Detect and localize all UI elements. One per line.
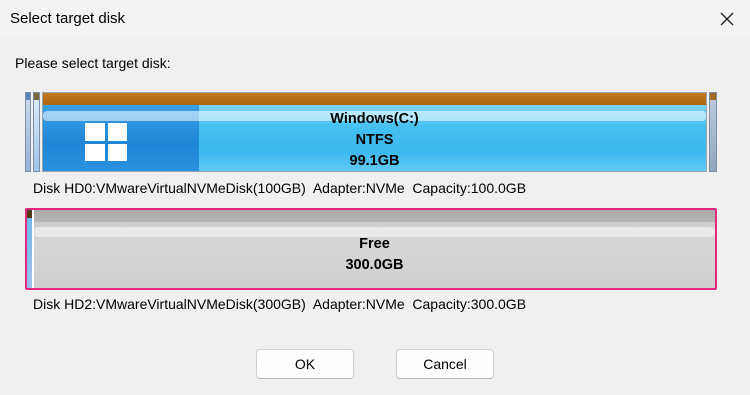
partition-sliver[interactable]: [33, 92, 40, 172]
disk-info-hd0: Disk HD0:VMwareVirtualNVMeDisk(100GB) Ad…: [33, 180, 527, 196]
partition-name: Windows(C:): [330, 111, 419, 127]
partition-cap: [34, 210, 715, 222]
partition-sliver[interactable]: [25, 92, 31, 172]
disk-map-hd0[interactable]: Windows(C:) NTFS 99.1GB: [25, 92, 717, 172]
ok-button[interactable]: OK: [256, 349, 354, 379]
partition-sliver[interactable]: [709, 92, 717, 172]
partition-filesystem: NTFS: [355, 132, 394, 148]
title-bar: Select target disk: [0, 0, 750, 38]
partition-label: Free 300.0GB: [34, 234, 715, 276]
partition-cap: [43, 93, 706, 105]
partition-label: Windows(C:) NTFS 99.1GB: [43, 109, 706, 171]
cancel-button[interactable]: Cancel: [396, 349, 494, 379]
partition-name: Free: [359, 236, 390, 252]
disk-info-hd2: Disk HD2:VMwareVirtualNVMeDisk(300GB) Ad…: [33, 296, 527, 312]
partition-windows-c[interactable]: Windows(C:) NTFS 99.1GB: [42, 92, 707, 172]
window-title: Select target disk: [10, 10, 126, 27]
close-button[interactable]: [712, 4, 742, 34]
partition-sliver[interactable]: [27, 210, 32, 288]
partition-size: 99.1GB: [349, 153, 400, 169]
disk-map-hd2[interactable]: Free 300.0GB: [25, 208, 717, 290]
partition-size: 300.0GB: [345, 257, 404, 273]
close-icon: [720, 12, 734, 26]
partition-free[interactable]: Free 300.0GB: [34, 210, 715, 288]
prompt-label: Please select target disk:: [15, 55, 171, 71]
